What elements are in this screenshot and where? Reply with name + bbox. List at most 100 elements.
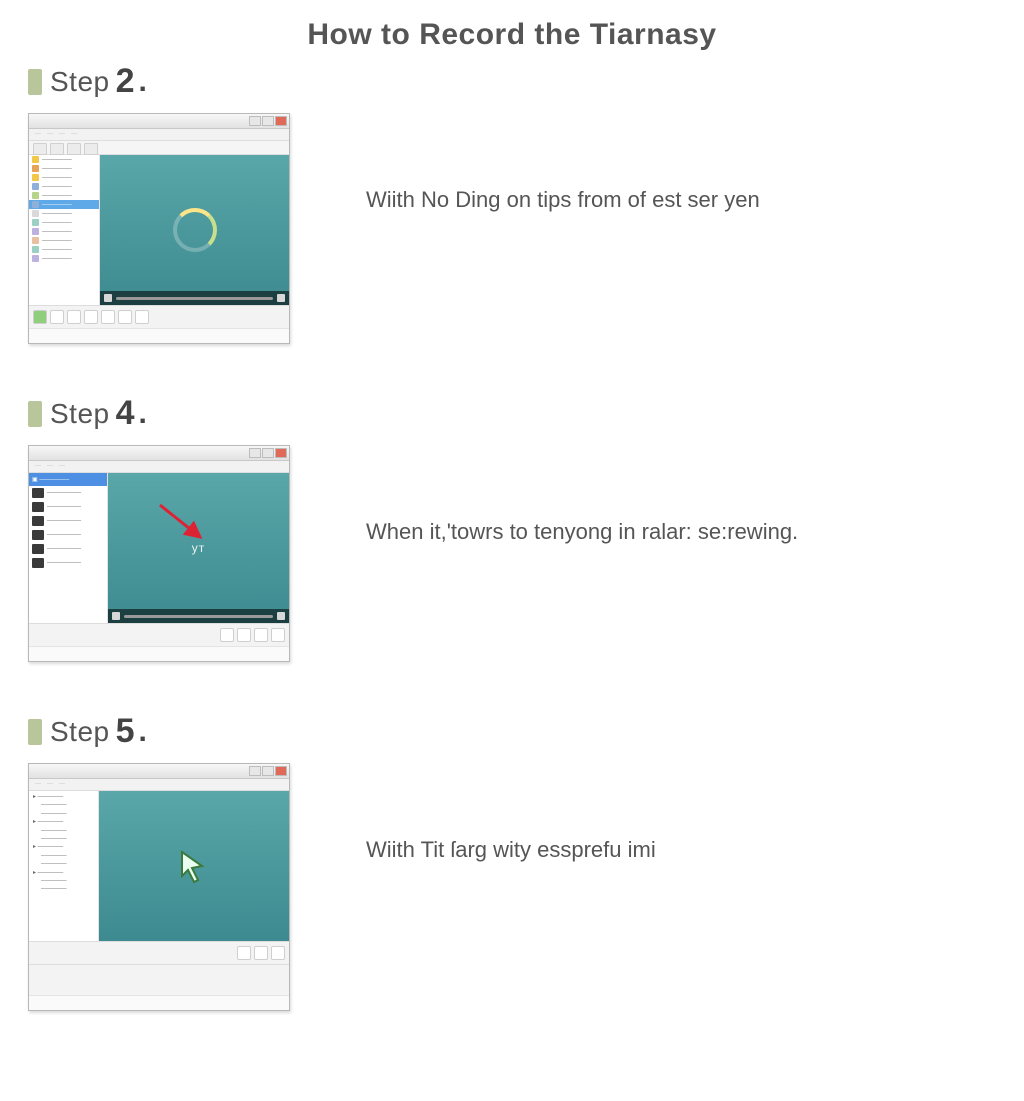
- menu-item[interactable]: ···: [47, 781, 53, 788]
- menu-item[interactable]: ···: [59, 463, 65, 470]
- sidebar-item[interactable]: ───────: [29, 209, 99, 218]
- action-button[interactable]: [135, 310, 149, 324]
- volume-button[interactable]: [277, 294, 285, 302]
- app-screenshot: ··· ··· ··· ▣ ─────── ──────────────────…: [28, 445, 290, 662]
- toolbar-button[interactable]: [50, 143, 64, 155]
- step-period: .: [139, 65, 147, 99]
- sidebar-item[interactable]: ───────: [29, 218, 99, 227]
- thumbnail-icon: [32, 488, 44, 498]
- sidebar-item[interactable]: ───────: [29, 173, 99, 182]
- action-button[interactable]: [237, 946, 251, 960]
- menu-item[interactable]: ···: [47, 131, 53, 138]
- sidebar-item[interactable]: ────────: [29, 528, 107, 542]
- action-button[interactable]: [237, 628, 251, 642]
- close-button[interactable]: [275, 448, 287, 458]
- action-button[interactable]: [67, 310, 81, 324]
- step-number: 5: [116, 712, 135, 751]
- video-viewer[interactable]: [100, 155, 289, 305]
- tree-node[interactable]: ──────: [33, 801, 94, 809]
- sidebar-item[interactable]: ───────: [29, 164, 99, 173]
- action-button[interactable]: [118, 310, 132, 324]
- sidebar-item[interactable]: ───────: [29, 236, 99, 245]
- step-block-2: Step 2 . ··· ··· ···: [28, 62, 996, 344]
- sidebar-item[interactable]: ───────: [29, 254, 99, 263]
- action-button[interactable]: [101, 310, 115, 324]
- maximize-button[interactable]: [262, 116, 274, 126]
- action-button[interactable]: [254, 946, 268, 960]
- minimize-button[interactable]: [249, 116, 261, 126]
- sidebar-selected-header[interactable]: ▣ ───────: [29, 473, 107, 486]
- window-titlebar: [29, 446, 289, 461]
- tree-node[interactable]: ▸ ──────: [33, 818, 94, 826]
- tree-node[interactable]: ──────: [33, 877, 94, 885]
- menu-item[interactable]: ···: [59, 781, 65, 788]
- sidebar-item[interactable]: ───────: [29, 182, 99, 191]
- tree-node[interactable]: ──────: [33, 852, 94, 860]
- maximize-button[interactable]: [262, 448, 274, 458]
- step-period: .: [139, 397, 147, 431]
- sidebar: ▣ ─────── ──────────────────────────────…: [29, 473, 108, 623]
- video-viewer[interactable]: [99, 791, 289, 941]
- close-button[interactable]: [275, 766, 287, 776]
- sidebar-item[interactable]: ───────: [29, 200, 99, 209]
- thumbnail-icon: [32, 558, 44, 568]
- step-label: Step: [50, 398, 110, 430]
- step-label: Step: [50, 716, 110, 748]
- sidebar-item[interactable]: ────────: [29, 542, 107, 556]
- seek-track[interactable]: [116, 297, 273, 300]
- menu-item[interactable]: ···: [35, 131, 41, 138]
- sidebar-item[interactable]: ───────: [29, 245, 99, 254]
- menu-item[interactable]: ···: [35, 781, 41, 788]
- action-button[interactable]: [271, 628, 285, 642]
- sidebar-item[interactable]: ────────: [29, 556, 107, 570]
- toolbar-button[interactable]: [84, 143, 98, 155]
- sidebar-item-label: ────────: [47, 504, 81, 510]
- sidebar-item-label: ────────: [47, 560, 81, 566]
- toolbar-button[interactable]: [33, 143, 47, 155]
- action-button[interactable]: [84, 310, 98, 324]
- tree-node[interactable]: ──────: [33, 860, 94, 868]
- sidebar-item[interactable]: ────────: [29, 514, 107, 528]
- tree-node[interactable]: ──────: [33, 835, 94, 843]
- action-button[interactable]: [50, 310, 64, 324]
- sidebar-item-label: ───────: [42, 238, 72, 244]
- sidebar-item-label: ────────: [47, 546, 81, 552]
- record-button[interactable]: [33, 310, 47, 324]
- menu-item[interactable]: ···: [71, 131, 77, 138]
- minimize-button[interactable]: [249, 766, 261, 776]
- video-viewer[interactable]: yᴛ: [108, 473, 289, 623]
- tree-node[interactable]: ▸ ──────: [33, 793, 94, 801]
- sidebar-item[interactable]: ───────: [29, 155, 99, 164]
- volume-button[interactable]: [277, 612, 285, 620]
- annotation-arrow-icon: [156, 501, 216, 551]
- action-button[interactable]: [254, 628, 268, 642]
- tree-node[interactable]: ▸ ──────: [33, 843, 94, 851]
- tree-sidebar: ▸ ────── ────── ──────▸ ────── ────── ──…: [29, 791, 99, 941]
- menu-item[interactable]: ···: [59, 131, 65, 138]
- sidebar-item-label: ───────: [42, 184, 72, 190]
- sidebar-item[interactable]: ────────: [29, 486, 107, 500]
- step-heading: Step 4 .: [28, 394, 996, 433]
- page-title: How to Record the Tiarnasy: [28, 18, 996, 52]
- tree-node[interactable]: ──────: [33, 885, 94, 893]
- action-button[interactable]: [271, 946, 285, 960]
- close-button[interactable]: [275, 116, 287, 126]
- menu-item[interactable]: ···: [35, 463, 41, 470]
- tree-node[interactable]: ──────: [33, 827, 94, 835]
- sidebar-item[interactable]: ───────: [29, 227, 99, 236]
- menu-item[interactable]: ···: [47, 463, 53, 470]
- play-button[interactable]: [112, 612, 120, 620]
- sidebar-item-label: ───────: [42, 157, 72, 163]
- minimize-button[interactable]: [249, 448, 261, 458]
- sidebar-item[interactable]: ────────: [29, 500, 107, 514]
- tree-node[interactable]: ──────: [33, 810, 94, 818]
- tree-node[interactable]: ▸ ──────: [33, 869, 94, 877]
- play-button[interactable]: [104, 294, 112, 302]
- maximize-button[interactable]: [262, 766, 274, 776]
- sidebar-item-label: ───────: [42, 256, 72, 262]
- action-bar: [29, 305, 289, 328]
- toolbar-button[interactable]: [67, 143, 81, 155]
- action-button[interactable]: [220, 628, 234, 642]
- seek-track[interactable]: [124, 615, 273, 618]
- sidebar-item[interactable]: ───────: [29, 191, 99, 200]
